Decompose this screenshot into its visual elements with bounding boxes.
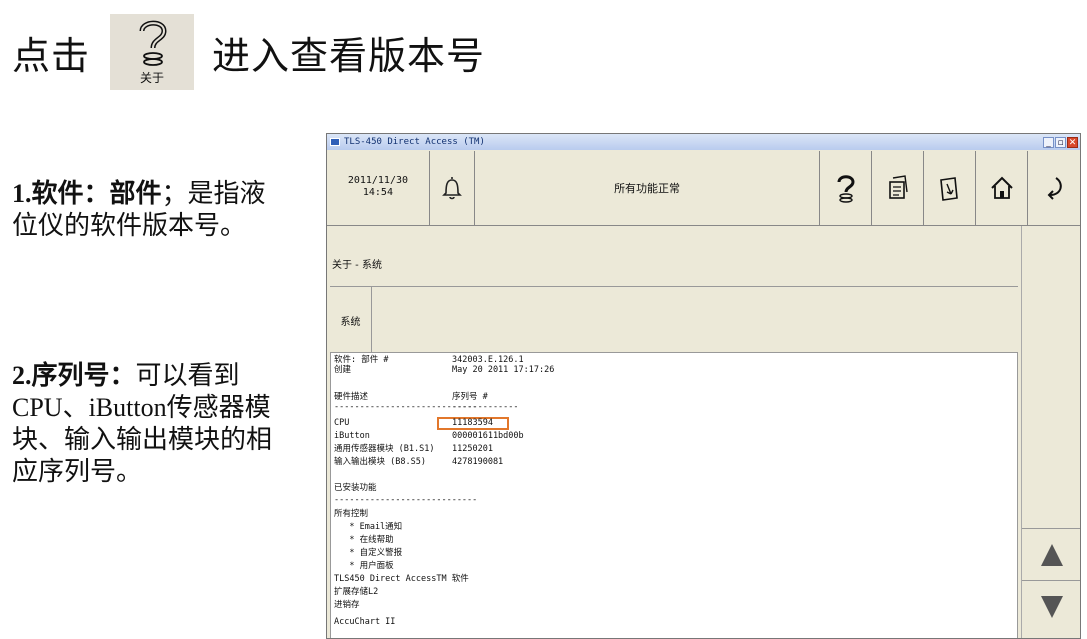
- breadcrumb: 关于 - 系统: [332, 260, 382, 271]
- question-mark-icon: [139, 20, 167, 66]
- info-row: 已安装功能: [334, 483, 377, 493]
- info-row: iButton 000001611bd00b: [334, 431, 524, 441]
- info-row: 输入输出模块 (B8.S5) 4278190081: [334, 457, 504, 467]
- arrow-down-icon: [1041, 596, 1063, 618]
- minimize-button[interactable]: _: [1043, 136, 1054, 148]
- info-row: CPU 11183594: [334, 418, 493, 428]
- info-row: AccuChart II: [334, 617, 396, 627]
- info-row: 进销存: [334, 600, 360, 610]
- info-row: 所有控制: [334, 509, 369, 519]
- info-row: * 自定义警报: [334, 548, 403, 558]
- info-row: * Email通知: [334, 522, 403, 532]
- scroll-down-button[interactable]: [1022, 580, 1080, 633]
- info-row: ---------------------------- ------------…: [334, 402, 519, 412]
- help-icon: [837, 175, 855, 203]
- edit-button[interactable]: [924, 151, 977, 225]
- scroll-up-button[interactable]: [1022, 528, 1080, 581]
- system-status: 所有功能正常: [475, 151, 821, 225]
- close-button[interactable]: ✕: [1067, 136, 1078, 148]
- home-icon: [990, 176, 1013, 199]
- note2-bold: 2.序列号：: [12, 361, 136, 390]
- window-titlebar[interactable]: TLS-450 Direct Access (TM) _ ▫ ✕: [327, 134, 1080, 150]
- date-text: 2011/11/30: [347, 175, 409, 186]
- info-row: * 用户面板: [334, 561, 394, 571]
- system-info-panel: 软件: 部件 #342003.E.126.1 创建 May 20 2011 17:…: [330, 352, 1018, 638]
- info-row: 扩展存储L2: [334, 587, 379, 597]
- help-button[interactable]: [820, 151, 873, 225]
- slide-heading: 点击 关于 进入查看版本号: [12, 14, 485, 90]
- heading-text-before: 点击: [12, 35, 91, 78]
- tab-system[interactable]: 系统: [330, 287, 372, 353]
- tab-row: 系统: [330, 286, 1018, 353]
- right-scroll-panel: [1021, 226, 1080, 638]
- heading-text-after: 进入查看版本号: [212, 35, 486, 78]
- note-serial-number: 2.序列号：可以看到CPU、iButton传感器模块、输入输出模块的相应序列号。: [12, 360, 287, 488]
- arrow-up-icon: [1041, 544, 1063, 566]
- note-software-part: 1.软件：部件；是指液位仪的软件版本号。: [12, 178, 287, 242]
- note1-bold: 1.软件：部件: [12, 179, 162, 208]
- bell-icon: [441, 177, 462, 200]
- tls450-window: TLS-450 Direct Access (TM) _ ▫ ✕ 2011/11…: [326, 133, 1081, 639]
- info-row: 通用传感器模块 (B1.S1) 11250201: [334, 444, 493, 454]
- info-row: ----------------------------: [334, 495, 478, 505]
- edit-icon: [939, 177, 958, 201]
- about-button-illustration: 关于: [110, 14, 195, 90]
- info-row: TLS450 Direct AccessTM 软件: [334, 574, 469, 584]
- back-icon: [1047, 177, 1062, 200]
- time-text: 14:54: [362, 187, 393, 198]
- info-row: 创建 May 20 2011 17:17:26: [334, 365, 555, 375]
- info-row: * 在线帮助: [334, 535, 394, 545]
- app-icon: [330, 138, 340, 146]
- report-icon: [888, 175, 908, 199]
- home-button[interactable]: [976, 151, 1029, 225]
- toolbar: 2011/11/30 14:54 所有功能正常: [327, 151, 1080, 226]
- about-button-label: 关于: [140, 71, 165, 85]
- back-button[interactable]: [1028, 151, 1080, 225]
- reports-button[interactable]: [872, 151, 925, 225]
- datetime-display: 2011/11/30 14:54: [327, 151, 430, 225]
- alarm-button[interactable]: [430, 151, 475, 225]
- window-title: TLS-450 Direct Access (TM): [344, 137, 485, 147]
- restore-button[interactable]: ▫: [1055, 136, 1066, 148]
